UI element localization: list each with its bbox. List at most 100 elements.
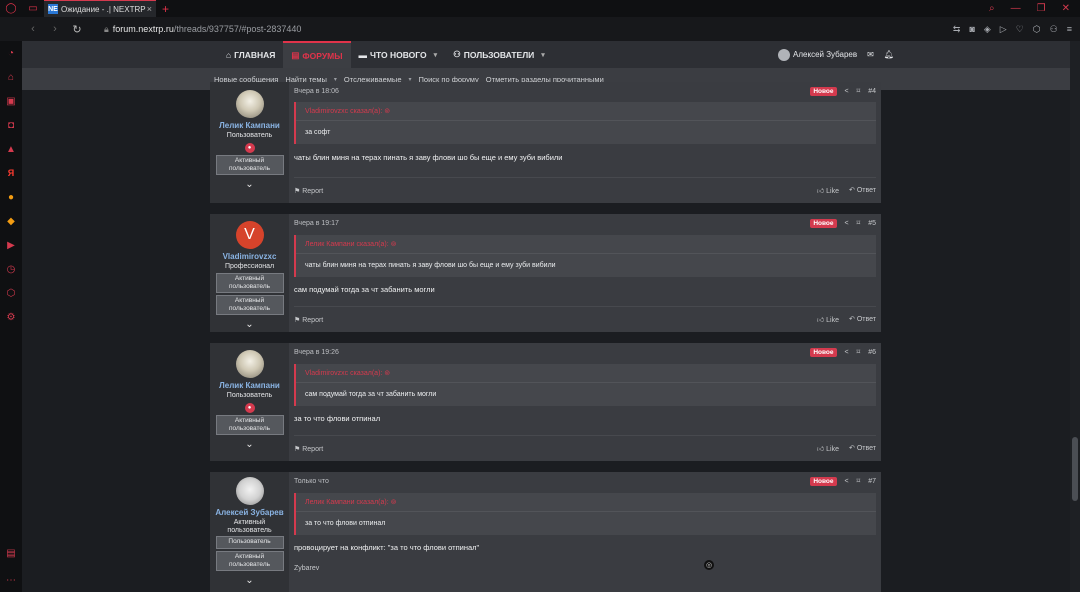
reload-icon[interactable]: ↻ — [66, 23, 88, 36]
like-button[interactable]: 👍︎ Like — [817, 186, 839, 195]
more-icon[interactable]: ⋯ — [0, 568, 22, 592]
post-number[interactable]: #7 — [868, 478, 876, 485]
menu-icon[interactable]: ≡ — [1067, 24, 1072, 35]
minimize-icon[interactable]: — — [1011, 3, 1021, 14]
avatar[interactable]: V — [235, 221, 264, 249]
post-time[interactable]: Только что — [294, 478, 329, 485]
extensions-icon[interactable]: ⬡ — [1033, 24, 1041, 35]
share-icon[interactable]: < — [845, 220, 849, 227]
nav-home[interactable]: ⌂ ГЛАВНАЯ — [218, 41, 283, 68]
new-tab-button[interactable]: + — [162, 2, 169, 16]
nav-forums[interactable]: ▤ ФОРУМЫ — [283, 41, 351, 68]
quote-link-icon: ⊚ — [384, 370, 391, 377]
address-bar: ‹ › ↻ 🔒︎ forum.nextrp.ru/threads/937757/… — [0, 17, 1080, 41]
bell-icon[interactable]: 🔔︎ — [884, 50, 894, 59]
instagram-icon[interactable]: ◘ — [0, 113, 22, 137]
report-link[interactable]: ⚑ Report — [294, 445, 323, 453]
profile-icon[interactable]: ⚇ — [1050, 24, 1058, 35]
chevron-down-icon[interactable]: ⌄ — [245, 439, 253, 450]
post-body: Только что Новое < ⌑ #7 Лелик Кампани ск… — [289, 472, 881, 592]
music-app-icon[interactable]: ● — [0, 185, 22, 209]
yandex-icon[interactable]: Я — [0, 161, 22, 185]
heart-icon[interactable]: ♡ — [1016, 24, 1024, 35]
browser-tab-bar: ◯ ▭ NE Ожидание - .| NEXTRP × + ⌕ — ❐ ✕ — [0, 0, 1080, 17]
translate-icon[interactable]: ⇆ — [953, 24, 961, 35]
bookmark-icon[interactable]: ⌑ — [857, 477, 861, 485]
bookmark-icon[interactable]: ⌑ — [857, 348, 861, 356]
nav-whats-new[interactable]: ▬ ЧТО НОВОГО ▾ — [351, 41, 446, 68]
report-link[interactable]: ⚑ Report — [294, 316, 323, 324]
speed-dial-icon[interactable]: ◔ — [0, 41, 22, 65]
back-icon[interactable]: ‹ — [22, 23, 44, 35]
player-icon[interactable]: ▶ — [0, 233, 22, 257]
aria-icon[interactable]: ▲ — [0, 137, 22, 161]
post: Лелик Кампани Пользователь ● Активный по… — [210, 343, 881, 461]
post-author[interactable]: Vladimirovzxc — [223, 253, 277, 261]
post-number[interactable]: #6 — [868, 349, 876, 356]
reply-label: Ответ — [856, 445, 876, 452]
reply-label: Ответ — [856, 187, 876, 194]
bookmark-icon[interactable]: ⌑ — [857, 219, 861, 227]
tab-workspace-icon[interactable]: ▭ — [22, 0, 44, 17]
like-button[interactable]: 👍︎ Like — [817, 444, 839, 453]
quote-author[interactable]: Vladimirovzxc сказал(а): ⊚ — [296, 102, 876, 121]
post-time[interactable]: Вчера в 19:17 — [294, 220, 339, 227]
post-number[interactable]: #4 — [868, 88, 876, 95]
forward-icon[interactable]: › — [44, 23, 66, 35]
user-title: Активный пользователь — [227, 519, 272, 534]
share-icon[interactable]: < — [845, 349, 849, 356]
settings-icon[interactable]: ⚙ — [0, 305, 22, 329]
favicon-icon: NE — [48, 4, 58, 14]
post-author[interactable]: Алексей Зубарев — [215, 509, 283, 517]
account-link[interactable]: Алексей Зубарев — [778, 48, 857, 61]
inbox-icon[interactable]: ✉ — [867, 50, 874, 59]
avatar[interactable] — [235, 90, 264, 118]
shield-icon[interactable]: ◈ — [984, 24, 991, 35]
reply-button[interactable]: ↶ Ответ — [849, 315, 876, 324]
chevron-down-icon[interactable]: ⌄ — [245, 179, 253, 190]
vk-icon[interactable]: ◆ — [0, 209, 22, 233]
post-time[interactable]: Вчера в 18:06 — [294, 88, 339, 95]
post-time[interactable]: Вчера в 19:26 — [294, 349, 339, 356]
lock-icon[interactable]: 🔒︎ — [104, 24, 109, 35]
avatar[interactable] — [235, 350, 264, 378]
reply-button[interactable]: ↶ Ответ — [849, 186, 876, 195]
snapshot-icon[interactable]: ▤ — [0, 541, 22, 565]
url-field[interactable]: forum.nextrp.ru/threads/937757/#post-283… — [113, 24, 302, 34]
post-number[interactable]: #5 — [868, 220, 876, 227]
avatar[interactable] — [235, 477, 264, 505]
share-icon[interactable]: < — [845, 88, 849, 95]
post-author[interactable]: Лелик Кампани — [219, 122, 280, 130]
quote-block: Vladimirovzxc сказал(а): ⊚ за софт — [294, 102, 876, 144]
post-body: Вчера в 18:06 Новое < ⌑ #4 Vladimirovzxc… — [289, 82, 881, 203]
like-button[interactable]: 👍︎ Like — [817, 315, 839, 324]
page-scrollbar[interactable] — [1070, 41, 1080, 592]
chevron-down-icon[interactable]: ⌄ — [245, 575, 253, 586]
camera-icon[interactable]: ◙ — [969, 24, 974, 35]
shopping-icon[interactable]: ⌂ — [0, 65, 22, 89]
browser-tab[interactable]: NE Ожидание - .| NEXTRP × — [44, 0, 156, 17]
tab-close-icon[interactable]: × — [147, 4, 152, 14]
reply-button[interactable]: ↶ Ответ — [849, 444, 876, 453]
chevron-down-icon[interactable]: ⌄ — [245, 319, 253, 330]
quote-author[interactable]: Vladimirovzxc сказал(а): ⊚ — [296, 364, 876, 383]
quote-author[interactable]: Лелик Кампани сказал(а): ⊚ — [296, 493, 876, 512]
share-icon[interactable]: < — [845, 478, 849, 485]
quote-author[interactable]: Лелик Кампани сказал(а): ⊚ — [296, 235, 876, 254]
nav-users[interactable]: ⚇ ПОЛЬЗОВАТЕЛИ ▾ — [445, 41, 553, 68]
post-body: Вчера в 19:26 Новое < ⌑ #6 Vladimirovzxc… — [289, 343, 881, 461]
close-window-icon[interactable]: ✕ — [1062, 3, 1070, 14]
bookmark-icon[interactable]: ⌑ — [857, 87, 861, 95]
history-icon[interactable]: ◷ — [0, 257, 22, 281]
opera-menu-icon[interactable]: ◯ — [0, 0, 22, 17]
send-icon[interactable]: ▷ — [1000, 24, 1007, 35]
search-tabs-icon[interactable]: ⌕ — [989, 3, 995, 14]
maximize-icon[interactable]: ❐ — [1037, 3, 1046, 14]
report-link[interactable]: ⚑ Report — [294, 187, 323, 195]
box-icon[interactable]: ⬡ — [0, 281, 22, 305]
post-author[interactable]: Лелик Кампани — [219, 382, 280, 390]
scroll-anchor-icon[interactable]: ◎ — [704, 560, 714, 570]
scrollbar-thumb[interactable] — [1072, 437, 1078, 501]
quote-author-label: Лелик Кампани сказал(а): — [305, 240, 389, 248]
twitch-icon[interactable]: ▣ — [0, 89, 22, 113]
